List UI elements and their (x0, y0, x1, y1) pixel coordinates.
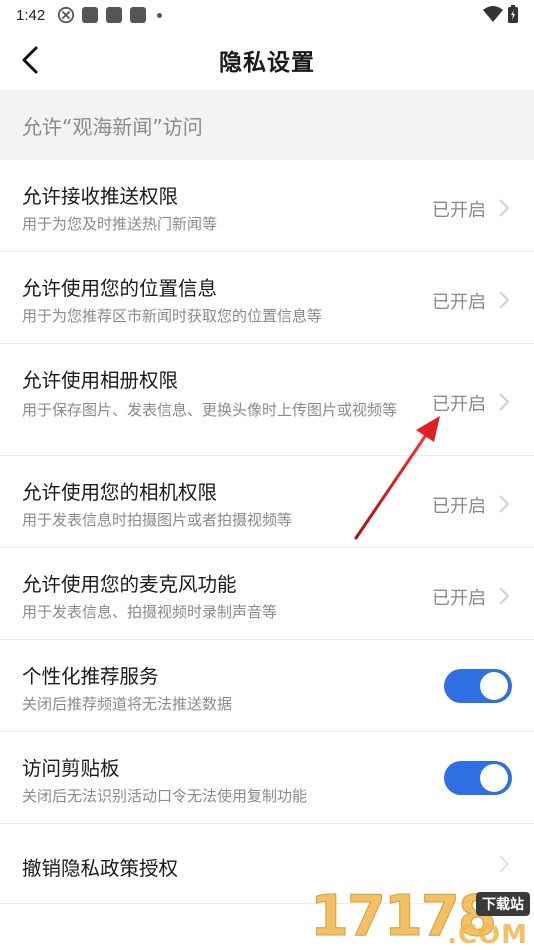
status-text: 已开启 (432, 200, 486, 221)
row-title: 允许接收推送权限 (22, 185, 179, 208)
row-desc: 用于为您及时推送热门新闻等 (22, 215, 218, 233)
status-bar: 1:42 (0, 0, 534, 30)
permission-row-album[interactable]: 允许使用相册权限 用于保存图片、发表信息、更换头像时上传图片或视频等 已开启 (0, 344, 534, 456)
section-header: 允许“观海新闻”访问 (0, 90, 534, 160)
clipboard-toggle[interactable] (444, 761, 512, 795)
site-watermark-logo: 17178 下载站 .COM (304, 884, 534, 950)
row-desc: 用于为您推荐区市新闻时获取您的位置信息等 (22, 307, 323, 325)
status-text: 已开启 (432, 496, 486, 517)
status-text: 已开启 (432, 394, 486, 415)
status-text: 已开启 (432, 588, 486, 609)
chevron-right-icon (499, 291, 510, 309)
back-button[interactable] (10, 40, 50, 80)
notification-square-icon (106, 7, 123, 23)
chevron-right-icon (499, 495, 510, 513)
row-desc: 关闭后推荐频道将无法推送数据 (22, 695, 233, 713)
row-desc: 用于保存图片、发表信息、更换头像时上传图片或视频等 (22, 401, 398, 419)
permission-row-camera[interactable]: 允许使用您的相机权限 用于发表信息时拍摄图片或者拍摄视频等 已开启 (0, 456, 534, 548)
row-title: 允许使用相册权限 (22, 369, 179, 392)
header: 隐私设置 (0, 30, 534, 90)
row-title: 个性化推荐服务 (22, 665, 159, 688)
chevron-right-icon (499, 199, 510, 217)
row-title: 允许使用您的相机权限 (22, 481, 218, 504)
watermark-tag: 下载站 (476, 892, 530, 916)
row-desc: 关闭后无法识别活动口令无法使用复制功能 (22, 787, 308, 805)
setting-row-personalized-recommend: 个性化推荐服务 关闭后推荐频道将无法推送数据 (0, 640, 534, 732)
row-title: 允许使用您的麦克风功能 (22, 573, 237, 596)
setting-row-clipboard: 访问剪贴板 关闭后无法识别活动口令无法使用复制功能 (0, 732, 534, 824)
section-label: 允许“观海新闻”访问 (22, 114, 203, 139)
page-title: 隐私设置 (219, 50, 315, 76)
row-title: 撤销隐私政策授权 (22, 857, 179, 880)
watermark-suffix: .COM (447, 920, 528, 950)
notification-app-icon (58, 6, 75, 24)
permission-list: 允许接收推送权限 用于为您及时推送热门新闻等 已开启 允许使用您的位置信息 用于… (0, 160, 534, 904)
personalized-recommend-toggle[interactable] (444, 669, 512, 703)
row-desc: 用于发表信息时拍摄图片或者拍摄视频等 (22, 511, 293, 529)
status-text: 已开启 (432, 292, 486, 313)
row-desc: 用于发表信息、拍摄视频时录制声音等 (22, 603, 278, 621)
row-title: 访问剪贴板 (22, 757, 120, 780)
permission-row-microphone[interactable]: 允许使用您的麦克风功能 用于发表信息、拍摄视频时录制声音等 已开启 (0, 548, 534, 640)
status-time: 1:42 (16, 6, 46, 24)
notification-square-icon (82, 7, 99, 23)
permission-row-push[interactable]: 允许接收推送权限 用于为您及时推送热门新闻等 已开启 (0, 160, 534, 252)
battery-icon (508, 5, 518, 23)
chevron-right-icon (499, 855, 510, 873)
more-notifications-dot-icon (157, 12, 163, 18)
chevron-right-icon (499, 393, 510, 411)
notification-square-icon (130, 7, 147, 23)
row-title: 允许使用您的位置信息 (22, 277, 218, 300)
back-arrow-icon (22, 46, 38, 74)
permission-row-location[interactable]: 允许使用您的位置信息 用于为您推荐区市新闻时获取您的位置信息等 已开启 (0, 252, 534, 344)
chevron-right-icon (499, 587, 510, 605)
wifi-icon (483, 6, 503, 22)
